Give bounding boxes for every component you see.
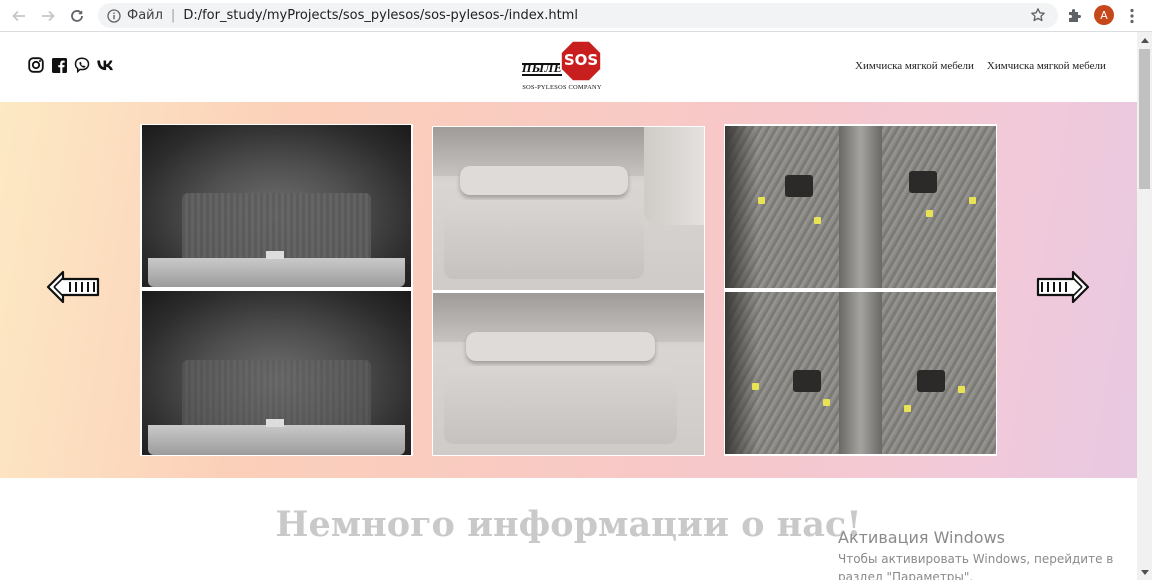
activation-line-1: Чтобы активировать Windows, перейдите в	[838, 552, 1114, 566]
back-button[interactable]	[9, 6, 29, 26]
photo-before	[433, 127, 704, 290]
info-icon[interactable]	[107, 8, 121, 23]
top-nav: Химчиска мягкой мебели Химчиска мягкой м…	[855, 60, 1106, 72]
activation-title: Активация Windows	[838, 528, 1005, 547]
site-logo[interactable]: ПЫЛЕ SOS SOS-PYLESOS COMPANY	[520, 40, 604, 96]
url-separator: |	[170, 8, 176, 23]
slider-prev-arrow[interactable]	[46, 270, 102, 304]
logo-sign-text: SOS	[563, 51, 599, 69]
photo-car-trunk[interactable]	[140, 124, 413, 456]
arrow-right-icon	[42, 10, 55, 22]
extensions-puzzle-icon[interactable]	[1066, 7, 1083, 24]
nav-link-upholstery-cleaning-2[interactable]: Химчиска мягкой мебели	[987, 60, 1106, 72]
reload-icon	[71, 10, 83, 22]
arrow-left-icon	[46, 270, 100, 304]
photo-after	[433, 293, 704, 455]
photo-before	[142, 125, 411, 287]
arrow-left-icon	[12, 10, 25, 22]
photo-sofa[interactable]	[432, 126, 705, 456]
slider-next-arrow[interactable]	[1034, 270, 1090, 304]
profile-avatar[interactable]: A	[1094, 5, 1114, 25]
page-viewport: ПЫЛЕ SOS SOS-PYLESOS COMPANY Химчиска мя…	[0, 32, 1137, 580]
kebab-menu-icon[interactable]	[1126, 6, 1138, 26]
instagram-icon[interactable]	[28, 57, 44, 73]
url-text[interactable]: D:/for_study/myProjects/sos_pylesos/sos-…	[183, 8, 578, 23]
activation-line-2: раздел "Параметры".	[838, 570, 974, 580]
social-links	[28, 57, 113, 73]
vertical-scrollbar[interactable]	[1137, 32, 1152, 580]
arrow-right-icon	[1036, 270, 1090, 304]
gallery-slider	[0, 102, 1137, 478]
logo-word: ПЫЛЕ	[522, 63, 562, 76]
scroll-up-icon[interactable]	[1137, 32, 1152, 47]
photo-before	[725, 126, 996, 288]
viber-icon[interactable]	[74, 57, 90, 73]
nav-link-upholstery-cleaning[interactable]: Химчиска мягкой мебели	[855, 60, 974, 72]
browser-toolbar: Файл | D:/for_study/myProjects/sos_pyles…	[0, 0, 1152, 32]
scrollbar-thumb[interactable]	[1139, 49, 1150, 189]
photo-car-floor[interactable]	[724, 124, 997, 456]
address-bar[interactable]: Файл | D:/for_study/myProjects/sos_pyles…	[98, 3, 1058, 28]
forward-button[interactable]	[38, 6, 58, 26]
scroll-down-icon[interactable]	[1137, 565, 1152, 580]
facebook-icon[interactable]	[51, 57, 67, 73]
logo-company-name: SOS-PYLESOS COMPANY	[522, 84, 602, 91]
reload-button[interactable]	[67, 6, 87, 26]
photo-after	[142, 291, 411, 455]
vk-icon[interactable]	[97, 57, 113, 73]
site-header: ПЫЛЕ SOS SOS-PYLESOS COMPANY Химчиска мя…	[0, 32, 1137, 102]
photo-after	[725, 292, 996, 454]
windows-activation-watermark: Активация Windows Чтобы активировать Win…	[838, 528, 1137, 580]
site-label: Файл	[127, 8, 163, 23]
bookmark-star-icon[interactable]	[1030, 7, 1046, 23]
